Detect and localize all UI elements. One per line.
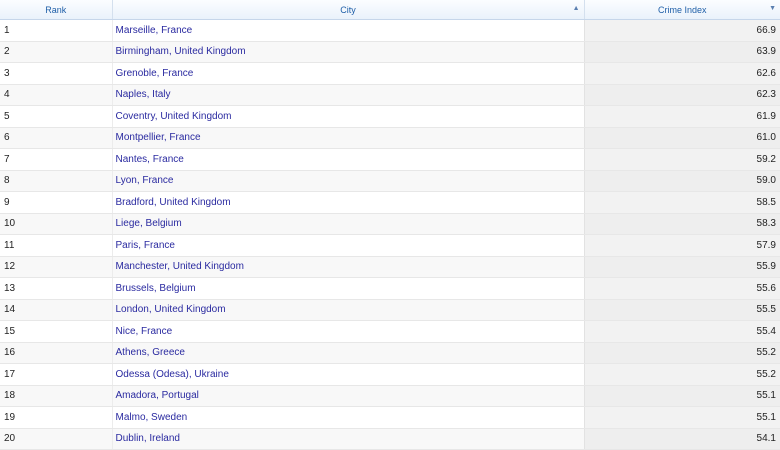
table-row: 1 Marseille, France 66.9	[0, 19, 780, 42]
table-row: 3 Grenoble, France 62.6	[0, 62, 780, 85]
rank-cell: 2	[0, 41, 113, 63]
table-row: 6 Montpellier, France 61.0	[0, 127, 780, 149]
city-link[interactable]: Nantes, France	[112, 148, 584, 171]
city-link[interactable]: Bradford, United Kingdom	[112, 191, 584, 214]
table-row: 9 Bradford, United Kingdom 58.5	[0, 191, 780, 214]
table-row: 11 Paris, France 57.9	[0, 234, 780, 257]
city-header-label: City	[340, 4, 356, 15]
table-row: 17 Odessa (Odesa), Ukraine 55.2	[0, 363, 780, 386]
table-row: 4 Naples, Italy 62.3	[0, 84, 780, 106]
table-row: 18 Amadora, Portugal 55.1	[0, 385, 780, 407]
rank-cell: 10	[0, 213, 113, 235]
crime-index-table: Rank City ▲ Crime Index ▼ 1 Marseille, Fran…	[0, 0, 780, 450]
city-link[interactable]: Birmingham, United Kingdom	[112, 41, 584, 63]
rank-cell: 20	[0, 428, 113, 450]
crime-index-cell: 55.5	[583, 299, 780, 321]
crime-index-cell: 59.2	[583, 148, 780, 171]
city-link[interactable]: Odessa (Odesa), Ukraine	[112, 363, 584, 386]
city-link[interactable]: Amadora, Portugal	[112, 385, 584, 407]
rank-cell: 13	[0, 277, 113, 300]
rank-cell: 5	[0, 105, 113, 128]
rank-cell: 19	[0, 406, 113, 429]
rank-cell: 4	[0, 84, 113, 106]
crime-index-cell: 55.1	[583, 406, 780, 429]
city-link[interactable]: Montpellier, France	[112, 127, 584, 149]
rank-cell: 6	[0, 127, 113, 149]
city-link[interactable]: Athens, Greece	[112, 342, 584, 364]
crime-index-cell: 62.6	[583, 62, 780, 85]
city-link[interactable]: Dublin, Ireland	[112, 428, 584, 450]
city-link[interactable]: Manchester, United Kingdom	[112, 256, 584, 278]
rank-cell: 8	[0, 170, 113, 192]
crime-index-cell: 57.9	[583, 234, 780, 257]
city-link[interactable]: Paris, France	[112, 234, 584, 257]
table-row: 2 Birmingham, United Kingdom 63.9	[0, 41, 780, 63]
rank-cell: 15	[0, 320, 113, 343]
rank-cell: 7	[0, 148, 113, 171]
city-link[interactable]: Nice, France	[112, 320, 584, 343]
table-row: 5 Coventry, United Kingdom 61.9	[0, 105, 780, 128]
table-row: 14 London, United Kingdom 55.5	[0, 299, 780, 321]
city-link[interactable]: Grenoble, France	[112, 62, 584, 85]
crime-index-cell: 55.1	[583, 385, 780, 407]
sort-descending-icon: ▼	[769, 5, 776, 12]
rank-column-header[interactable]: Rank	[0, 0, 113, 20]
crime-index-cell: 63.9	[583, 41, 780, 63]
rank-cell: 3	[0, 62, 113, 85]
rank-cell: 18	[0, 385, 113, 407]
crime-index-cell: 54.1	[583, 428, 780, 450]
city-link[interactable]: Malmo, Sweden	[112, 406, 584, 429]
city-link[interactable]: Coventry, United Kingdom	[112, 105, 584, 128]
crime-index-cell: 55.4	[583, 320, 780, 343]
rank-header-label: Rank	[45, 4, 67, 15]
table-header-row: Rank City ▲ Crime Index ▼	[0, 0, 780, 20]
table-row: 19 Malmo, Sweden 55.1	[0, 406, 780, 429]
city-link[interactable]: Brussels, Belgium	[112, 277, 584, 300]
table-row: 13 Brussels, Belgium 55.6	[0, 277, 780, 300]
city-link[interactable]: Liege, Belgium	[112, 213, 584, 235]
rank-cell: 11	[0, 234, 113, 257]
crime-index-cell: 59.0	[583, 170, 780, 192]
crime-index-cell: 66.9	[583, 19, 780, 42]
crime-index-header-label: Crime Index	[657, 4, 707, 15]
table-row: 12 Manchester, United Kingdom 55.9	[0, 256, 780, 278]
crime-index-column-header[interactable]: Crime Index ▼	[584, 0, 780, 20]
crime-index-cell: 61.0	[583, 127, 780, 149]
sort-ascending-icon: ▲	[572, 5, 580, 12]
crime-index-cell: 55.9	[583, 256, 780, 278]
table-row: 20 Dublin, Ireland 54.1	[0, 428, 780, 450]
city-link[interactable]: London, United Kingdom	[112, 299, 584, 321]
table-row: 15 Nice, France 55.4	[0, 320, 780, 343]
crime-index-cell: 58.3	[583, 213, 780, 235]
rank-cell: 16	[0, 342, 113, 364]
city-link[interactable]: Marseille, France	[112, 19, 584, 42]
rank-cell: 17	[0, 363, 113, 386]
table-row: 8 Lyon, France 59.0	[0, 170, 780, 192]
table-row: 16 Athens, Greece 55.2	[0, 342, 780, 364]
crime-index-cell: 62.3	[583, 84, 780, 106]
city-column-header[interactable]: City ▲	[112, 0, 585, 20]
city-link[interactable]: Lyon, France	[112, 170, 584, 192]
crime-index-cell: 61.9	[583, 105, 780, 128]
table-row: 7 Nantes, France 59.2	[0, 148, 780, 171]
rank-cell: 14	[0, 299, 113, 321]
crime-index-cell: 55.2	[583, 363, 780, 386]
crime-index-cell: 55.6	[583, 277, 780, 300]
rank-cell: 9	[0, 191, 113, 214]
rank-cell: 1	[0, 19, 113, 42]
table-row: 10 Liege, Belgium 58.3	[0, 213, 780, 235]
crime-index-cell: 58.5	[583, 191, 780, 214]
crime-index-cell: 55.2	[583, 342, 780, 364]
city-link[interactable]: Naples, Italy	[112, 84, 584, 106]
rank-cell: 12	[0, 256, 113, 278]
